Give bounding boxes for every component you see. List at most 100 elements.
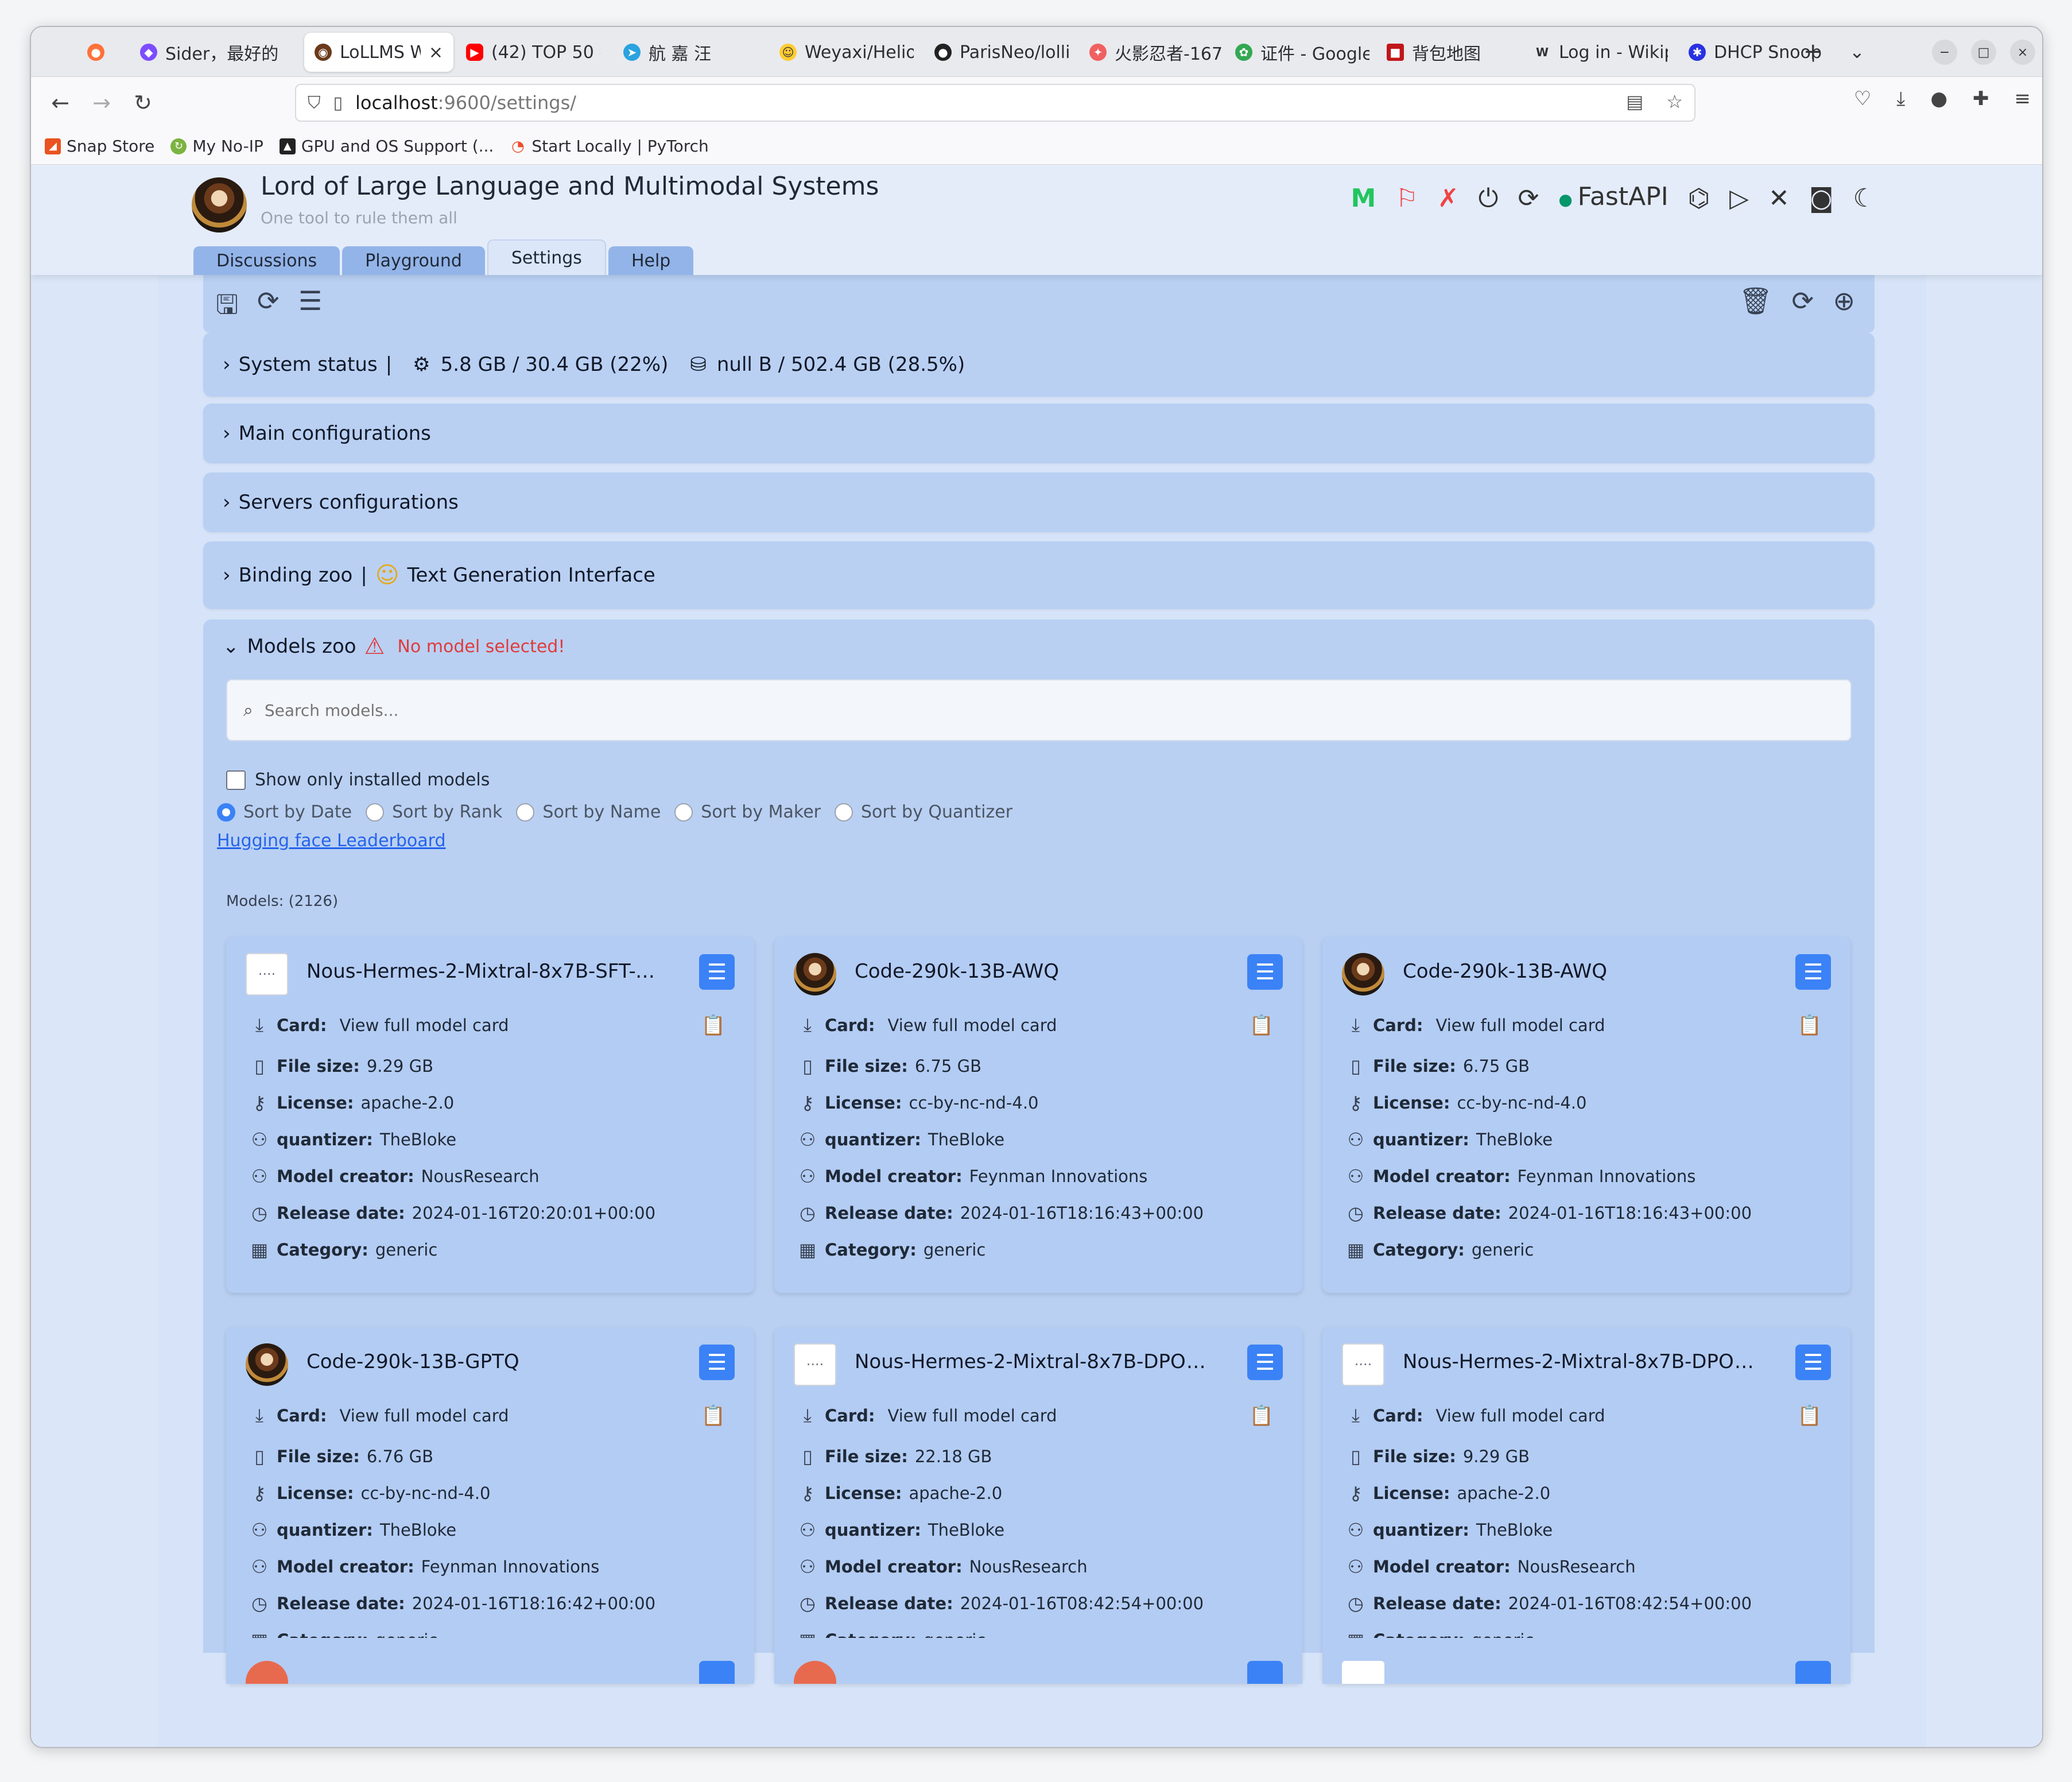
maximize-icon[interactable]: □ [1971, 40, 1996, 65]
clipboard-icon[interactable]: 📋 [701, 1404, 725, 1427]
clipboard-icon[interactable]: 📋 [701, 1014, 725, 1037]
sort-by-date[interactable]: Sort by Date [217, 802, 352, 822]
reset-refresh-icon[interactable]: ⟳ [257, 285, 280, 316]
model-card[interactable]: Code-290k-13B-AWQ ☰ 📋 ⤓ Card: View full model… [1322, 937, 1850, 1293]
upload-icon[interactable]: ⊕ [1833, 285, 1855, 316]
tab-lollms[interactable]: ◉ LoLLMS We × [304, 33, 453, 72]
extensions-icon[interactable]: ✚ [1973, 87, 1989, 110]
tab-naruto[interactable]: ✦ 火影忍者-167 [1079, 33, 1234, 72]
refresh-icon[interactable]: ⟳ [1518, 183, 1539, 215]
section-binding-zoo[interactable]: › Binding zoo | ☺ Text Generation Interf… [203, 541, 1875, 609]
tab-sider[interactable]: ◆ Sider，最好的 [130, 33, 302, 72]
clipboard-icon[interactable]: 📋 [1798, 1404, 1822, 1427]
sort-by-maker[interactable]: Sort by Maker [674, 802, 821, 822]
save-icon[interactable]: 🖫 [216, 285, 238, 330]
gpu-icon: ▲ [279, 138, 296, 154]
tab-firefox-view[interactable]: ● [77, 33, 129, 72]
tab-help[interactable]: Help [608, 246, 694, 275]
tab-github[interactable]: ● ParisNeo/lolli [924, 33, 1079, 72]
github-icon[interactable]: ⌬ [1688, 183, 1710, 215]
close-window-icon[interactable]: × [2010, 40, 2035, 65]
forward-arrow-icon[interactable]: → [86, 87, 117, 118]
menu-icon[interactable] [699, 1661, 735, 1684]
back-arrow-icon[interactable]: ← [45, 87, 76, 118]
no-bug-icon[interactable]: ✗ [1438, 183, 1459, 215]
tab-telegram[interactable]: ➤ 航 嘉 汪 [613, 33, 768, 72]
model-menu-button[interactable]: ☰ [699, 954, 735, 990]
fastapi-link[interactable]: ● FastAPI [1558, 181, 1668, 216]
reload-icon[interactable]: ↻ [127, 87, 158, 118]
menu-icon[interactable]: ≡ [2015, 87, 2031, 110]
radio-button[interactable] [366, 803, 385, 822]
m-icon[interactable]: M [1351, 183, 1376, 215]
view-model-card-link[interactable]: View full model card [1436, 1406, 1605, 1425]
sort-by-rank[interactable]: Sort by Rank [366, 802, 502, 822]
pocket-icon[interactable]: ♡ [1854, 87, 1871, 110]
reload-icon[interactable]: ⟳ [1791, 285, 1814, 316]
menu-icon[interactable] [1795, 1661, 1831, 1684]
bookmark-gpu-support[interactable]: ▲ GPU and OS Support (... [279, 137, 494, 156]
tab-list-chevron-down-icon[interactable]: ⌄ [1849, 37, 1865, 66]
trash-icon[interactable]: 🗑 [1739, 285, 1772, 317]
view-model-card-link[interactable]: View full model card [340, 1406, 509, 1425]
view-model-card-link[interactable]: View full model card [1436, 1016, 1605, 1035]
tab-discussions[interactable]: Discussions [193, 246, 340, 275]
radio-button[interactable] [516, 803, 535, 822]
x-twitter-icon[interactable]: ✕ [1768, 183, 1790, 215]
section-servers-configurations[interactable]: › Servers configurations [203, 472, 1875, 532]
radio-button[interactable] [835, 803, 853, 822]
list-icon[interactable]: ☰ [298, 285, 322, 316]
models-zoo-header[interactable]: ⌄ Models zoo ⚠ No model selected! [223, 633, 565, 660]
section-main-configurations[interactable]: › Main configurations [203, 404, 1875, 463]
hugging-face-leaderboard-link[interactable]: Hugging face Leaderboard [217, 831, 446, 851]
model-menu-button[interactable]: ☰ [1247, 1345, 1283, 1380]
url-bar[interactable]: ⛉ ▯ localhost :9600/settings/ ▤ ☆ [295, 84, 1695, 122]
clipboard-icon[interactable]: 📋 [1798, 1014, 1822, 1037]
flag-icon[interactable]: ⚐ [1395, 183, 1418, 215]
tab-huggingface[interactable]: ☺ Weyaxi/Helio [769, 33, 924, 72]
dark-mode-moon-icon[interactable]: ☾ [1853, 183, 1876, 215]
bookmark-pytorch[interactable]: ◔ Start Locally | PyTorch [510, 137, 709, 156]
tab-settings[interactable]: Settings [487, 239, 606, 275]
model-card[interactable]: Code-290k-13B-AWQ ☰ 📋 ⤓ Card: View full model… [774, 937, 1302, 1293]
model-menu-button[interactable]: ☰ [699, 1345, 735, 1380]
discord-icon[interactable]: ◙ [1809, 183, 1834, 215]
sort-by-quantizer[interactable]: Sort by Quantizer [835, 802, 1012, 822]
reader-view-icon[interactable]: ▤ [1626, 91, 1643, 113]
tab-wikipedia[interactable]: W Log in - Wikip [1523, 33, 1678, 72]
menu-icon[interactable] [1247, 1661, 1283, 1684]
view-model-card-link[interactable]: View full model card [888, 1016, 1057, 1035]
tab-google-photos[interactable]: ✿ 证件 - Google [1225, 33, 1380, 72]
new-tab-icon[interactable]: + [1803, 37, 1823, 66]
tab-playground[interactable]: Playground [342, 246, 485, 275]
tab-map[interactable]: ■ 背包地图 [1376, 33, 1520, 72]
minimize-icon[interactable]: − [1932, 40, 1957, 65]
model-menu-button[interactable]: ☰ [1247, 954, 1283, 990]
model-menu-button[interactable]: ☰ [1795, 954, 1831, 990]
model-card[interactable]: Code-290k-13B-GPTQ ☰ 📋 ⤓ Card: View full mode… [226, 1327, 754, 1683]
close-icon[interactable]: × [429, 42, 443, 63]
bookmark-snap-store[interactable]: ◢ Snap Store [45, 137, 154, 156]
power-icon[interactable]: ⏻ [1479, 183, 1499, 215]
bookmark-star-icon[interactable]: ☆ [1666, 91, 1683, 113]
model-card[interactable]: ···· Nous-Hermes-2-Mixtral-8x7B-SFT-A... ☰… [226, 937, 754, 1293]
view-model-card-link[interactable]: View full model card [888, 1406, 1057, 1425]
view-model-card-link[interactable]: View full model card [340, 1016, 509, 1035]
clipboard-icon[interactable]: 📋 [1250, 1404, 1274, 1427]
show-installed-checkbox[interactable] [226, 770, 246, 790]
search-input[interactable] [264, 700, 1757, 720]
radio-button[interactable] [217, 803, 235, 822]
section-system-status[interactable]: › System status | ⚙ 5.8 GB / 30.4 GB (22… [203, 332, 1875, 397]
bookmark-no-ip[interactable]: ↻ My No-IP [170, 137, 263, 156]
model-card[interactable]: ···· Nous-Hermes-2-Mixtral-8x7B-DPO-G... ☰… [774, 1327, 1302, 1683]
show-installed-option[interactable]: Show only installed models [226, 770, 490, 790]
youtube-icon[interactable]: ▷ [1729, 183, 1749, 215]
model-card[interactable]: ···· Nous-Hermes-2-Mixtral-8x7B-DPO-A... ☰… [1322, 1327, 1850, 1683]
model-menu-button[interactable]: ☰ [1795, 1345, 1831, 1380]
download-icon[interactable]: ⤓ [1896, 87, 1905, 110]
account-icon[interactable]: ● [1930, 87, 1947, 110]
sort-by-name[interactable]: Sort by Name [516, 802, 661, 822]
tab-youtube[interactable]: ▶ (42) TOP 50 - [456, 33, 611, 72]
clipboard-icon[interactable]: 📋 [1250, 1014, 1274, 1037]
radio-button[interactable] [674, 803, 693, 822]
